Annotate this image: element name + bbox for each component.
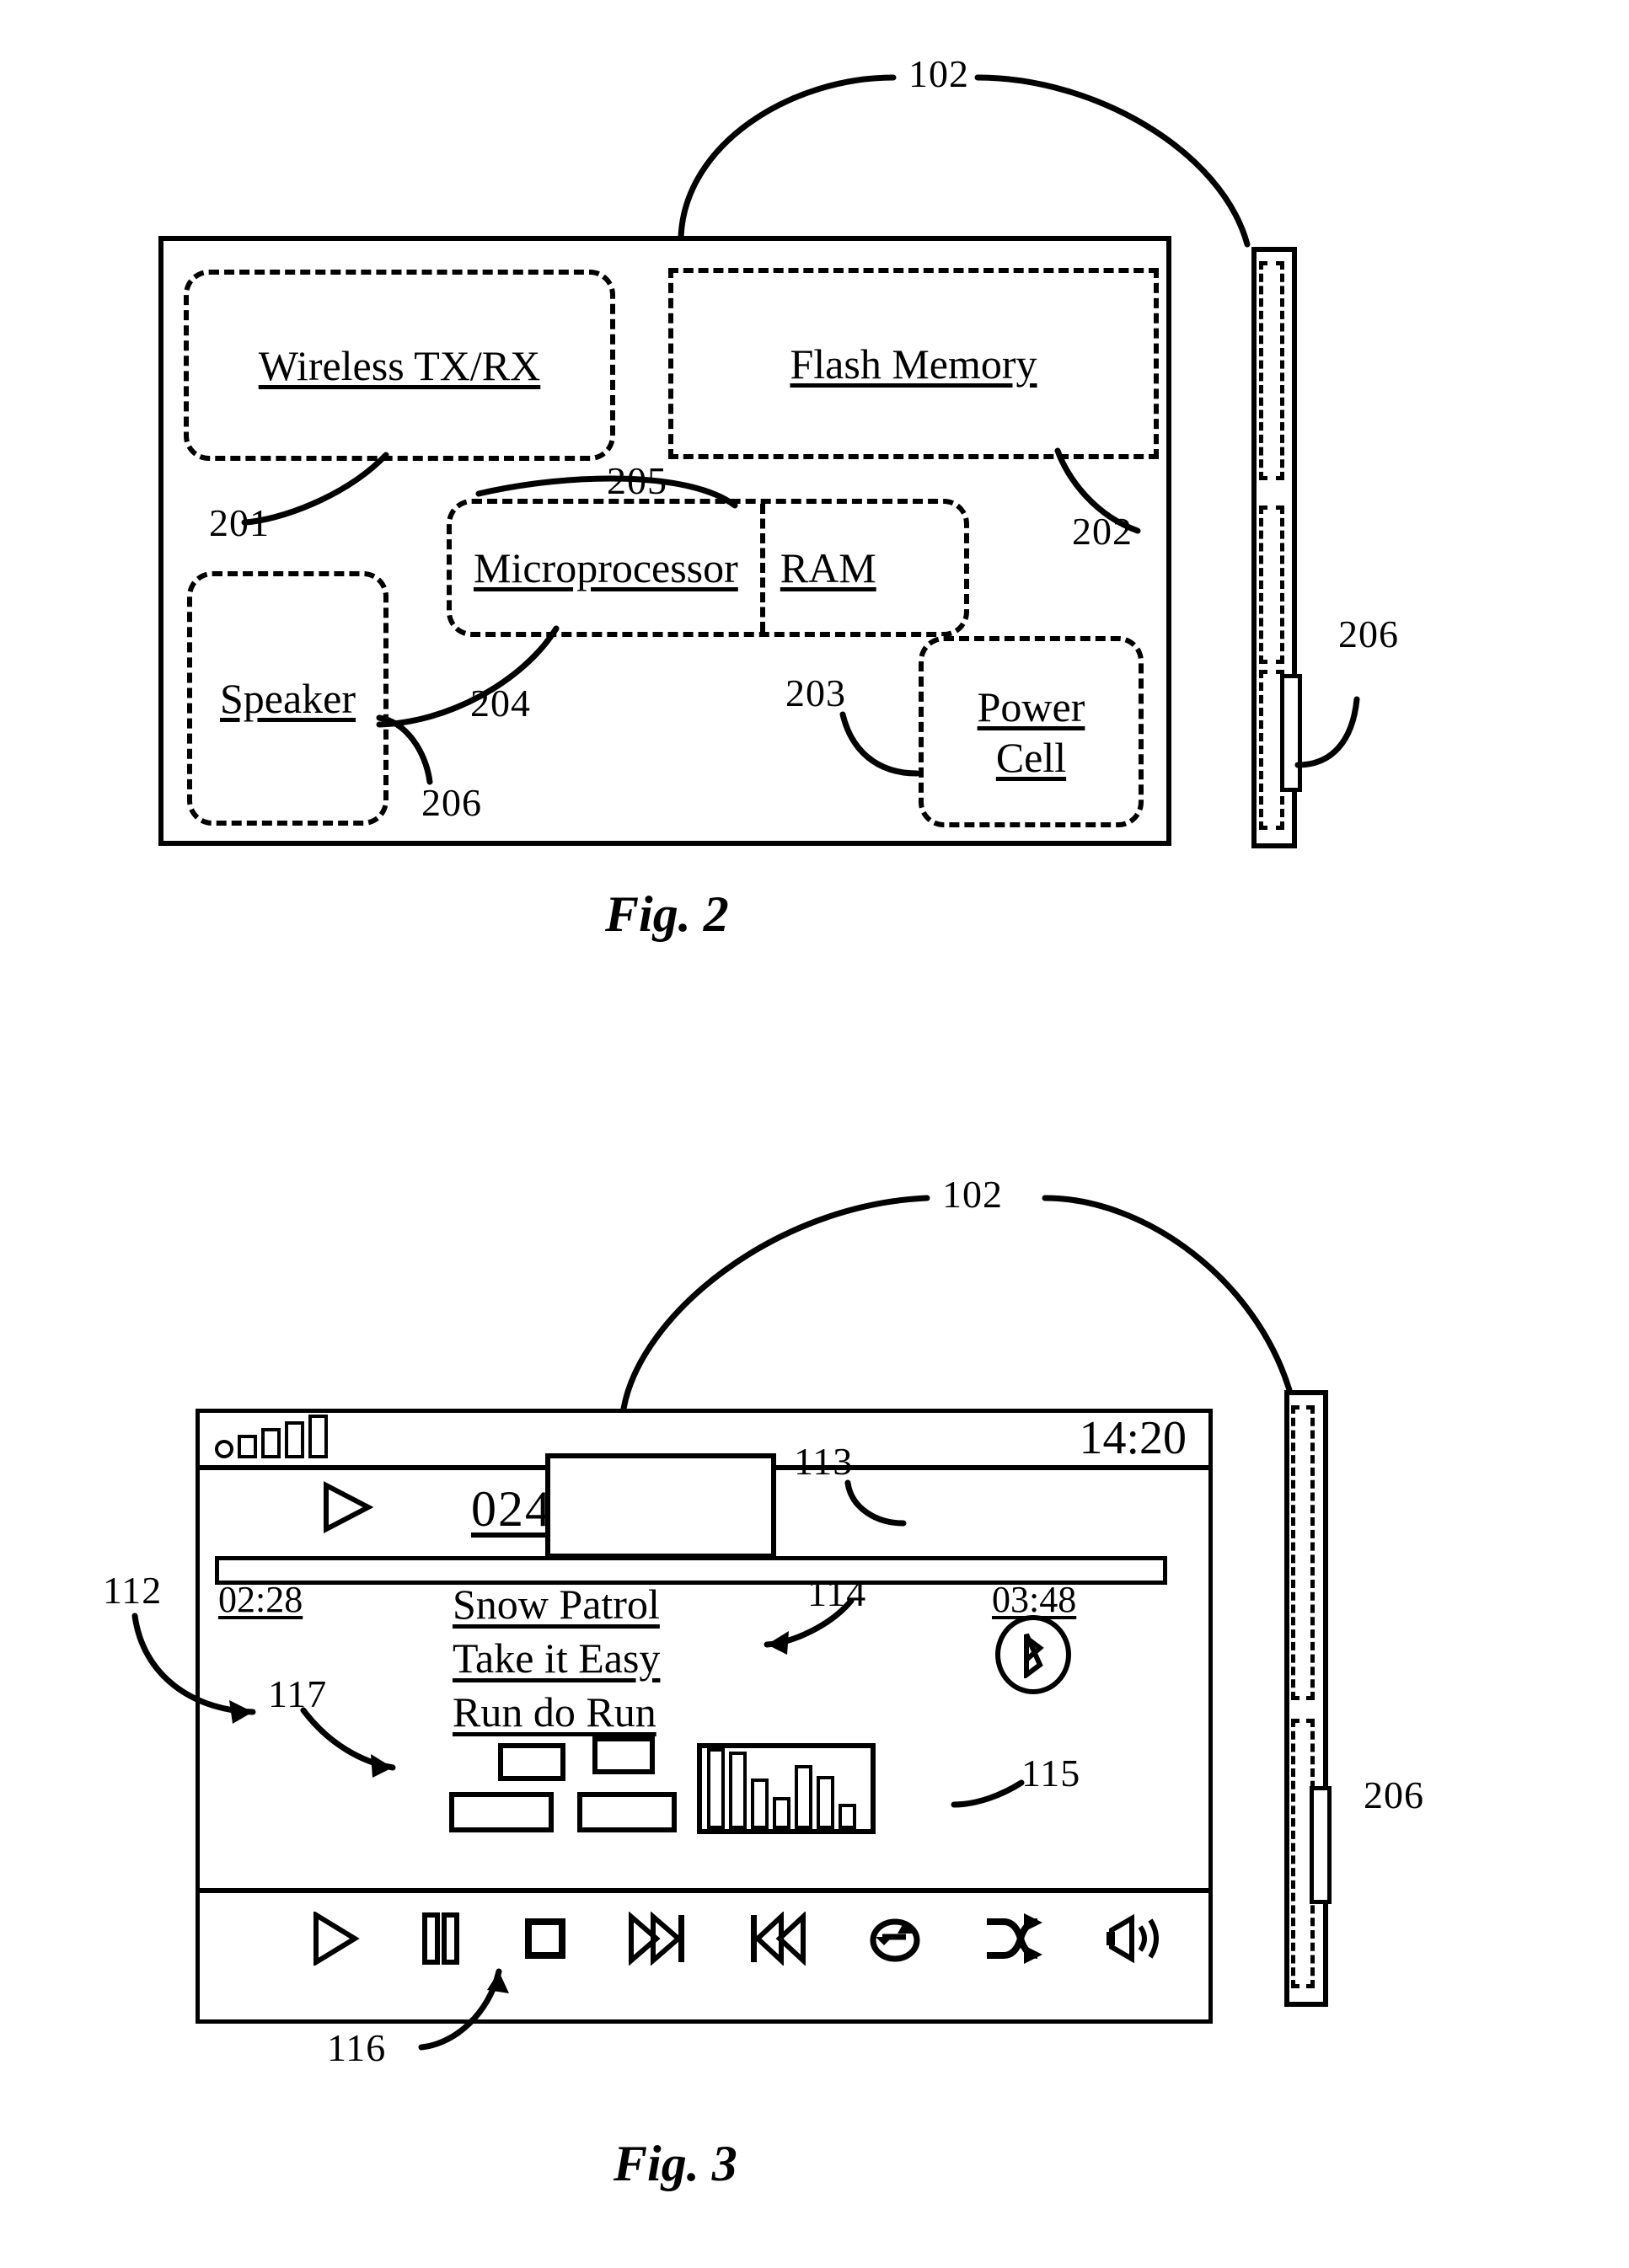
- signal-dot: [215, 1440, 233, 1458]
- album-art-placeholder: [545, 1453, 776, 1559]
- eq-bar-7: [839, 1804, 856, 1829]
- media-player-screen: 14:20 024/260 02:28 03:48 Snow Patrol Ta…: [196, 1409, 1213, 2024]
- block-power-cell: Power Cell: [919, 636, 1144, 827]
- track-album-label: Take it Easy: [453, 1634, 661, 1682]
- status-bar-clock: 14:20: [1079, 1412, 1187, 1464]
- block-microprocessor: Microprocessor: [452, 504, 760, 632]
- ref-label-102-fig3: 102: [942, 1173, 1003, 1216]
- ref-label-202: 202: [1072, 510, 1133, 553]
- eq-bar-1: [707, 1748, 725, 1829]
- signal-bar-2: [261, 1428, 281, 1458]
- block-speaker: Speaker: [187, 571, 388, 826]
- side-view-mid-section-fig2: [1259, 505, 1284, 664]
- side-view-screen-section-fig3: [1291, 1405, 1315, 1700]
- next-track-button[interactable]: [628, 1912, 689, 1966]
- eq-bar-5: [795, 1765, 812, 1829]
- ref-label-206-sideview-fig3: 206: [1364, 1773, 1424, 1816]
- block-flash-memory-label: Flash Memory: [790, 340, 1037, 388]
- figure-2-caption: Fig. 2: [605, 886, 729, 942]
- block-microprocessor-ram: Microprocessor RAM: [447, 499, 969, 637]
- ref-label-116: 116: [327, 2026, 387, 2069]
- ref-label-112: 112: [103, 1569, 163, 1612]
- track-title-label: Run do Run: [453, 1688, 656, 1736]
- signal-strength-icon: [215, 1415, 328, 1458]
- play-button[interactable]: [309, 1912, 360, 1966]
- softkey-bottom-left[interactable]: [449, 1792, 554, 1832]
- ref-label-205: 205: [607, 459, 667, 502]
- block-wireless-txrx-label: Wireless TX/RX: [258, 341, 541, 389]
- block-speaker-label: Speaker: [219, 675, 356, 722]
- signal-bar-1: [238, 1435, 257, 1458]
- figure-3-caption: Fig. 3: [614, 2136, 737, 2191]
- transport-control-row: [309, 1912, 1165, 1966]
- ref-label-204: 204: [470, 682, 531, 725]
- pause-button[interactable]: [419, 1912, 463, 1966]
- volume-button[interactable]: [1103, 1912, 1165, 1966]
- block-wireless-txrx: Wireless TX/RX: [184, 270, 615, 461]
- shuffle-button[interactable]: [982, 1912, 1044, 1966]
- ref-label-113: 113: [794, 1440, 854, 1483]
- signal-bar-3: [285, 1421, 304, 1458]
- block-power-cell-label-line1: Power: [977, 682, 1085, 730]
- ref-label-117: 117: [268, 1672, 328, 1715]
- eq-bar-3: [751, 1779, 769, 1829]
- ref-label-206-speaker: 206: [421, 781, 482, 824]
- softkey-top-left[interactable]: [498, 1743, 565, 1781]
- equalizer-visualizer[interactable]: [697, 1743, 876, 1834]
- side-view-speaker-nub-fig2: [1280, 674, 1302, 792]
- side-view-speaker-nub-fig3: [1310, 1786, 1332, 1904]
- ref-label-203: 203: [785, 671, 846, 714]
- eq-bar-2: [729, 1752, 747, 1829]
- block-ram-label: RAM: [780, 544, 876, 591]
- eq-bar-4: [773, 1797, 790, 1829]
- previous-track-button[interactable]: [748, 1912, 808, 1966]
- transport-control-bar: [200, 1888, 1208, 2019]
- ref-label-206-sideview-fig2: 206: [1338, 612, 1399, 655]
- ref-label-102-fig2: 102: [908, 52, 969, 95]
- softkey-bottom-right[interactable]: [577, 1792, 677, 1832]
- softkey-top-right[interactable]: [592, 1736, 655, 1774]
- block-ram: RAM: [765, 504, 892, 632]
- repeat-button[interactable]: [867, 1912, 923, 1966]
- block-power-cell-label-line2: Cell: [995, 733, 1067, 781]
- block-flash-memory: Flash Memory: [668, 268, 1159, 459]
- block-microprocessor-label: Microprocessor: [474, 544, 738, 591]
- elapsed-time-label: 02:28: [218, 1579, 303, 1620]
- signal-bar-4: [308, 1415, 328, 1458]
- track-artist-label: Snow Patrol: [453, 1581, 660, 1628]
- side-view-screen-section-fig2: [1259, 261, 1284, 480]
- stop-button[interactable]: [522, 1912, 569, 1966]
- ref-label-115: 115: [1021, 1752, 1081, 1795]
- ref-label-114: 114: [807, 1571, 867, 1614]
- equalizer-bars: [707, 1748, 856, 1829]
- bluetooth-icon[interactable]: [995, 1615, 1071, 1694]
- play-state-icon: [319, 1480, 374, 1538]
- eq-bar-6: [817, 1776, 834, 1829]
- ref-label-201: 201: [209, 501, 270, 544]
- patent-drawing-sheet: Wireless TX/RX Flash Memory Microprocess…: [0, 0, 1629, 2268]
